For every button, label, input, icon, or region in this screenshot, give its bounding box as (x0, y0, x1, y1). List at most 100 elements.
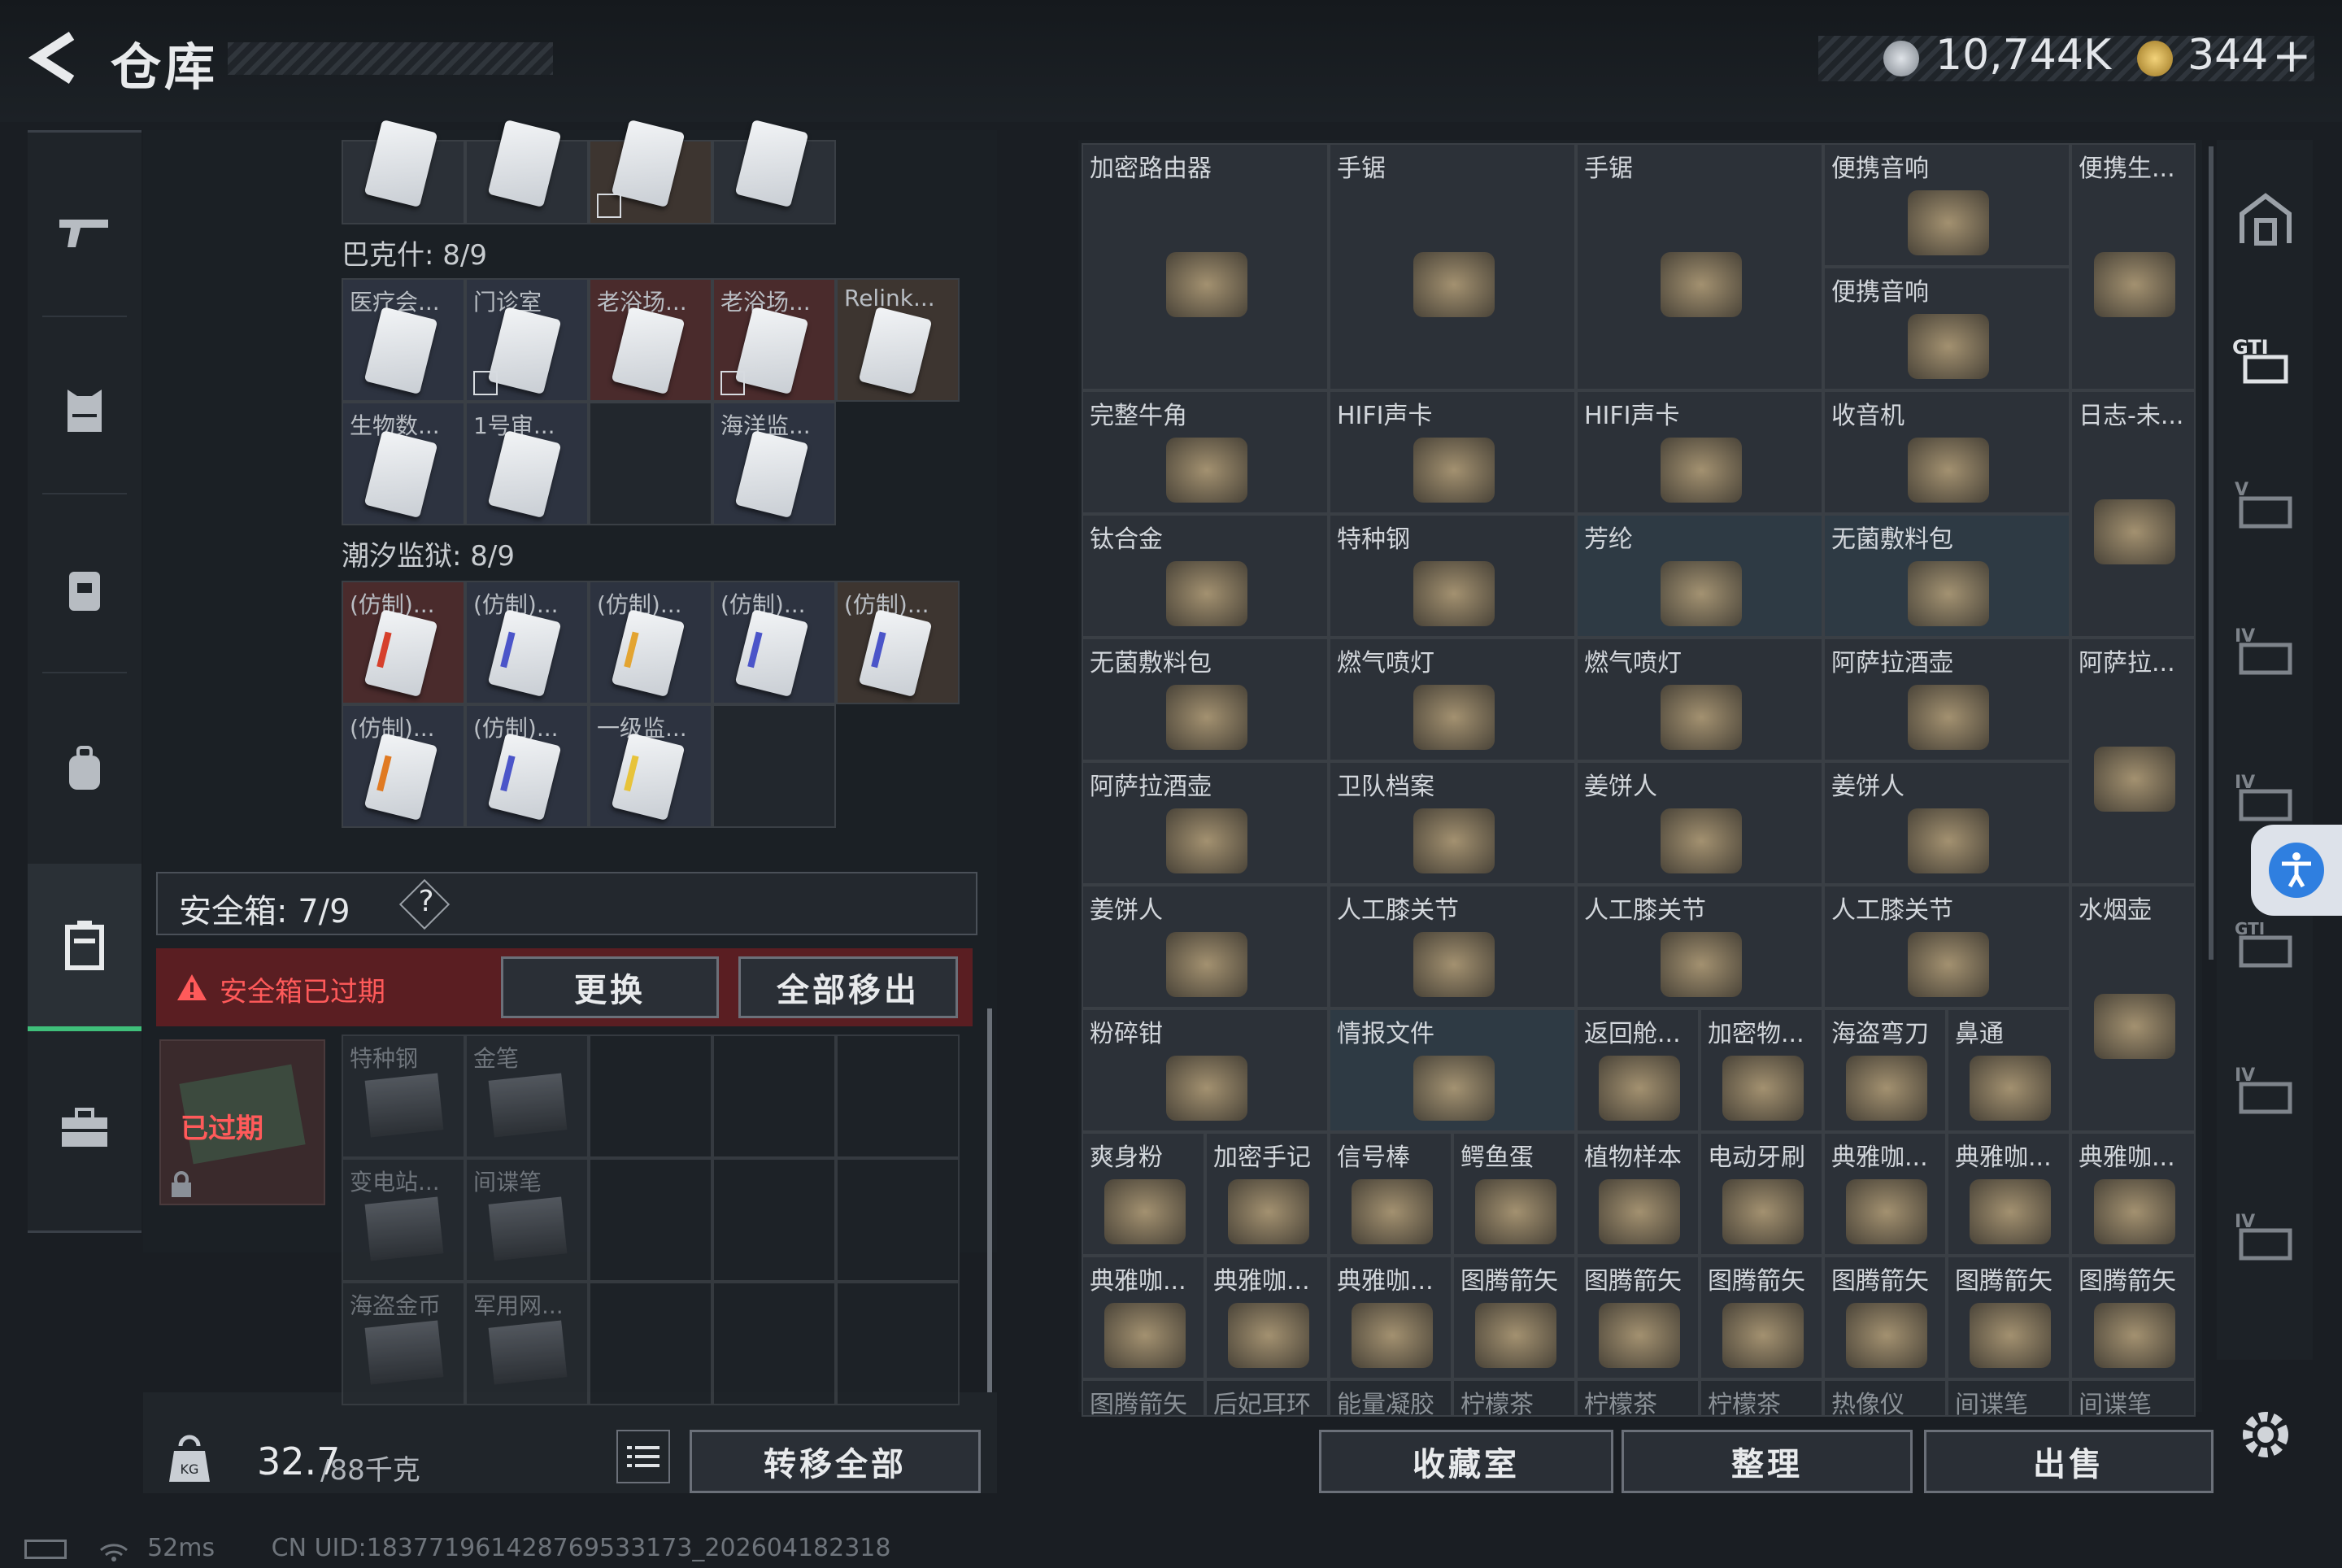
keycard-item[interactable]: 医疗会... (342, 278, 465, 402)
stash-scrollbar[interactable] (987, 1008, 992, 1415)
empty-slot[interactable] (712, 1158, 836, 1282)
collection-room-button[interactable]: 收藏室 (1319, 1430, 1613, 1493)
inventory-item[interactable]: 燃气喷灯 (1576, 638, 1823, 761)
inventory-item[interactable]: 柠檬茶 (1700, 1379, 1823, 1417)
settings-gear-icon[interactable] (2235, 1404, 2296, 1466)
safebox-item[interactable]: 变电站... (342, 1158, 465, 1282)
replace-button[interactable]: 更换 (501, 956, 719, 1018)
inventory-item[interactable]: 典雅咖... (1947, 1132, 2070, 1256)
inventory-item[interactable]: 典雅咖... (2070, 1132, 2196, 1256)
keycard-item[interactable]: 老浴场... (589, 278, 712, 402)
safebox-item[interactable]: 军用网... (465, 1282, 589, 1405)
filter-iv-c[interactable]: IV (2225, 1049, 2306, 1130)
nav-backpack[interactable] (28, 708, 141, 830)
inventory-item[interactable]: 图腾箭矢 (1082, 1379, 1205, 1417)
inventory-item[interactable]: 特种钢 (1329, 514, 1576, 638)
inventory-item[interactable]: 便携生... (2070, 143, 2196, 390)
inventory-item[interactable]: 无菌敷料包 (1082, 638, 1329, 761)
keycard-item[interactable]: Relink... (836, 278, 960, 402)
empty-slot[interactable] (589, 1158, 712, 1282)
accessibility-button[interactable] (2251, 825, 2342, 916)
inventory-item[interactable]: 姜饼人 (1082, 885, 1329, 1008)
inventory-item[interactable]: 阿萨拉... (2070, 638, 2196, 885)
inventory-item[interactable]: 姜饼人 (1576, 761, 1823, 885)
inventory-item[interactable]: 完整牛角 (1082, 390, 1329, 514)
keycard-item[interactable]: 海洋监... (712, 402, 836, 525)
keycard-item[interactable]: 门诊室 (465, 278, 589, 402)
safebox-item[interactable]: 海盗金币 (342, 1282, 465, 1405)
nav-vest[interactable] (28, 529, 141, 651)
sort-button[interactable]: 整理 (1622, 1430, 1913, 1493)
keycard-item[interactable]: 一级监... (589, 704, 712, 828)
inventory-item[interactable]: 图腾箭矢 (2070, 1256, 2196, 1379)
inventory-item[interactable]: 鼻通 (1947, 1008, 2070, 1132)
inventory-item[interactable]: 柠檬茶 (1452, 1379, 1576, 1417)
inventory-item[interactable]: HIFI声卡 (1576, 390, 1823, 514)
inventory-item[interactable]: 鳄鱼蛋 (1452, 1132, 1576, 1256)
keycard-item[interactable]: 生物数... (342, 402, 465, 525)
inventory-item[interactable]: 无菌敷料包 (1823, 514, 2070, 638)
inventory-item[interactable]: 姜饼人 (1823, 761, 2070, 885)
inventory-item[interactable]: 典雅咖... (1329, 1256, 1452, 1379)
inventory-item[interactable]: 手锯 (1576, 143, 1823, 390)
inventory-item[interactable]: 人工膝关节 (1329, 885, 1576, 1008)
keycard-item[interactable]: (仿制)... (836, 581, 960, 704)
inventory-item[interactable]: 爽身粉 (1082, 1132, 1205, 1256)
keycard-item[interactable]: (仿制)... (342, 704, 465, 828)
empty-slot[interactable] (712, 1282, 836, 1405)
inventory-item[interactable]: 热像仪 (1823, 1379, 1947, 1417)
empty-slot[interactable] (836, 1034, 960, 1158)
inventory-item[interactable]: 海盗弯刀 (1823, 1008, 1947, 1132)
inventory-item[interactable]: 典雅咖... (1082, 1256, 1205, 1379)
inventory-item[interactable]: 加密路由器 (1082, 143, 1329, 390)
inventory-item[interactable]: 典雅咖... (1205, 1256, 1329, 1379)
inventory-item[interactable]: 燃气喷灯 (1329, 638, 1576, 761)
inventory-item[interactable]: 能量凝胶 (1329, 1379, 1452, 1417)
inventory-item[interactable]: 植物样本 (1576, 1132, 1700, 1256)
inventory-item[interactable]: 粉碎钳 (1082, 1008, 1329, 1132)
keycard-item[interactable]: 老浴场... (712, 278, 836, 402)
inventory-item[interactable]: 人工膝关节 (1576, 885, 1823, 1008)
safebox-item[interactable]: 间谍笔 (465, 1158, 589, 1282)
nav-armor[interactable] (28, 350, 141, 472)
keycard-item[interactable]: (仿制)... (465, 581, 589, 704)
add-gold-button[interactable]: + (2272, 28, 2312, 83)
empty-slot[interactable] (836, 1282, 960, 1405)
safebox-expired-badge[interactable]: 已过期 (159, 1039, 325, 1205)
inventory-item[interactable]: HIFI声卡 (1329, 390, 1576, 514)
filter-iv-d[interactable]: IV (2225, 1196, 2306, 1277)
inventory-item[interactable]: 收音机 (1823, 390, 2070, 514)
inventory-item[interactable]: 阿萨拉酒壶 (1823, 638, 2070, 761)
nav-briefcase[interactable] (28, 1067, 141, 1189)
inventory-item[interactable]: 图腾箭矢 (1452, 1256, 1576, 1379)
remove-all-button[interactable]: 全部移出 (738, 956, 958, 1018)
stash-cell[interactable] (712, 119, 836, 224)
inventory-item[interactable]: 加密物... (1700, 1008, 1823, 1132)
empty-slot[interactable] (712, 704, 836, 828)
inventory-item[interactable]: 加密手记 (1205, 1132, 1329, 1256)
inventory-item[interactable]: 柠檬茶 (1576, 1379, 1700, 1417)
inventory-item[interactable]: 情报文件 (1329, 1008, 1576, 1132)
inventory-item[interactable]: 返回舱... (1576, 1008, 1700, 1132)
keycard-item[interactable]: (仿制)... (342, 581, 465, 704)
keycard-item[interactable]: (仿制)... (465, 704, 589, 828)
empty-slot[interactable] (836, 1158, 960, 1282)
stash-cell[interactable] (589, 119, 712, 224)
keycard-item[interactable]: (仿制)... (589, 581, 712, 704)
keycard-item[interactable]: 1号审... (465, 402, 589, 525)
inventory-item[interactable]: 后妃耳环 (1205, 1379, 1329, 1417)
inventory-item[interactable]: 信号棒 (1329, 1132, 1452, 1256)
stash-cell[interactable] (342, 119, 465, 224)
empty-slot[interactable] (589, 1034, 712, 1158)
inventory-item[interactable]: 阿萨拉酒壶 (1082, 761, 1329, 885)
keycard-item[interactable]: (仿制)... (712, 581, 836, 704)
inventory-item[interactable]: 便携音响 (1823, 143, 2070, 267)
list-view-button[interactable] (616, 1430, 670, 1483)
help-text[interactable]: ? (410, 885, 442, 918)
inventory-item[interactable]: 水烟壶 (2070, 885, 2196, 1132)
sell-button[interactable]: 出售 (1924, 1430, 2214, 1493)
inventory-item[interactable]: 图腾箭矢 (1576, 1256, 1700, 1379)
safebox-item[interactable]: 金笔 (465, 1034, 589, 1158)
safebox-item[interactable]: 特种钢 (342, 1034, 465, 1158)
inventory-item[interactable]: 图腾箭矢 (1700, 1256, 1823, 1379)
